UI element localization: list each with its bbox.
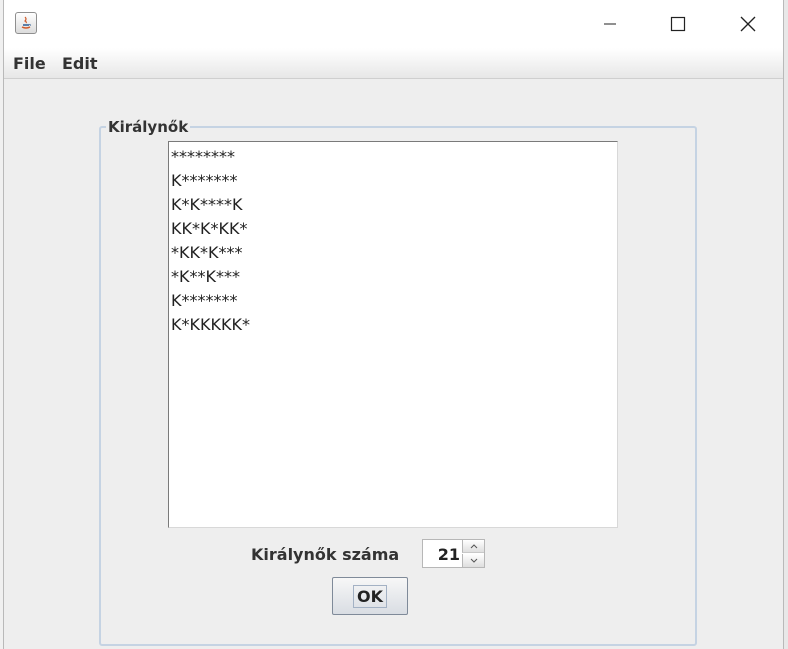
- menu-bar: File Edit: [4, 48, 783, 79]
- board-row: KK*K*KK*: [171, 219, 248, 238]
- board-row: ********: [171, 147, 235, 166]
- board-row: K*K****K: [171, 195, 243, 214]
- maximize-button[interactable]: [655, 0, 701, 48]
- menu-file[interactable]: File: [13, 54, 46, 73]
- chevron-down-icon: [470, 558, 477, 563]
- board-row: K*******: [171, 291, 238, 310]
- java-icon[interactable]: [15, 12, 37, 34]
- app-window: File Edit Királynők ******** K******* K*…: [3, 0, 784, 649]
- queen-count-label: Királynők száma: [251, 545, 400, 564]
- group-title: Királynők: [106, 118, 191, 136]
- close-button[interactable]: [725, 0, 771, 48]
- board-row: K*KKKKK*: [171, 315, 250, 334]
- board-row: K*******: [171, 171, 238, 190]
- menu-edit[interactable]: Edit: [62, 54, 98, 73]
- close-icon: [740, 16, 756, 32]
- background-window-edge: [784, 0, 788, 649]
- queen-count-spinner[interactable]: 21: [422, 539, 485, 568]
- minimize-icon: [604, 23, 616, 25]
- maximize-icon: [670, 16, 686, 32]
- spinner-down-button[interactable]: [462, 554, 484, 567]
- content-pane: Királynők ******** K******* K*K****K KK*…: [4, 79, 783, 649]
- ok-button-label: OK: [353, 584, 387, 608]
- board-row: *KK*K***: [171, 243, 243, 262]
- board-text-area[interactable]: ******** K******* K*K****K KK*K*KK* *KK*…: [168, 141, 618, 528]
- board-row: *K**K***: [171, 267, 240, 286]
- chevron-up-icon: [470, 543, 477, 548]
- spinner-up-button[interactable]: [462, 540, 484, 553]
- title-bar: [4, 0, 783, 48]
- ok-button[interactable]: OK: [332, 577, 408, 615]
- spinner-value[interactable]: 21: [438, 545, 460, 564]
- minimize-button[interactable]: [587, 0, 633, 48]
